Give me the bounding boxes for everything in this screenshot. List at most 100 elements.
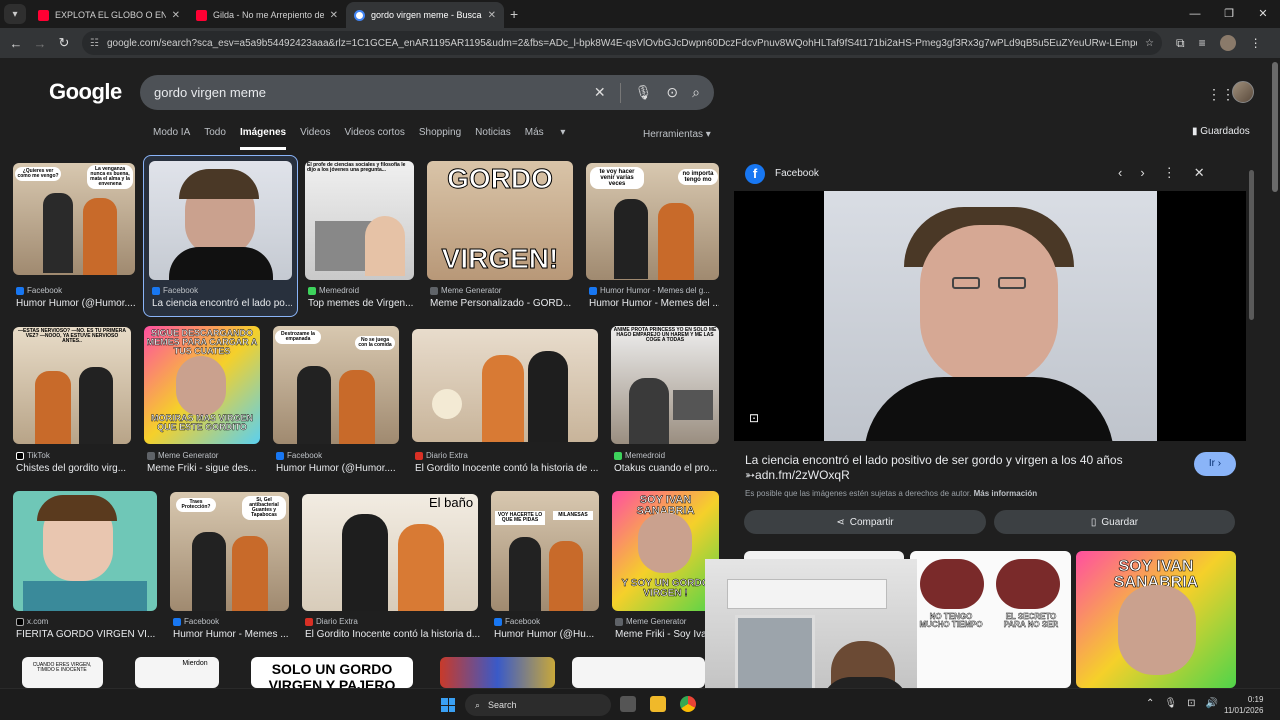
lens-search-icon[interactable]: ⊡ <box>749 411 765 427</box>
result-caption[interactable]: FIERITA GORDO VIRGEN VI... <box>16 629 156 640</box>
network-icon[interactable]: ⊡ <box>1187 698 1195 709</box>
more-options-icon[interactable]: ⋮ <box>1163 165 1176 181</box>
restore-icon[interactable]: ❐ <box>1212 0 1246 28</box>
saved-button[interactable]: ▮ Guardados <box>1192 126 1250 137</box>
close-tab-icon[interactable]: ✕ <box>488 10 496 21</box>
result-caption[interactable]: Humor Humor (@Humor.... <box>276 463 401 474</box>
tab-mas[interactable]: Más ▾ <box>525 127 566 150</box>
chevron-right-icon[interactable]: › <box>1140 165 1144 181</box>
result-image[interactable]: te voy hacer venir varias veces no impor… <box>586 163 719 280</box>
result-image[interactable]: VOY HACERTE LO QUE ME PIDAS MILANESAS <box>491 491 599 611</box>
close-tab-icon[interactable]: ✕ <box>172 10 180 21</box>
page-scrollbar[interactable] <box>1272 62 1278 192</box>
tab-videos-cortos[interactable]: Videos cortos <box>344 127 404 150</box>
tools-button[interactable]: Herramientas ▾ <box>643 129 711 140</box>
result-image[interactable]: SIGUE DESCARGANDO MEMES PARA CARGAR A TU… <box>144 326 260 444</box>
result-image[interactable]: ANIME PROTA PRINCESS YO EN SOLO ME HAGO … <box>611 326 719 444</box>
account-avatar[interactable] <box>1232 81 1254 103</box>
result-caption[interactable]: La ciencia encontró el lado po... <box>152 298 292 309</box>
result-image[interactable]: SOY IVAN SANABRIA Y SOY UN GORDO VIRGEN … <box>612 491 719 611</box>
tab-youtube-2[interactable]: Gilda - No me Arrepiento de e ✕ <box>188 2 346 28</box>
bookmark-star-icon[interactable]: ☆ <box>1145 38 1154 49</box>
save-button[interactable]: ▯ Guardar <box>994 510 1235 534</box>
chrome-icon[interactable] <box>680 696 696 712</box>
result-caption[interactable]: Humor Humor - Memes del ... <box>589 298 719 309</box>
panel-title[interactable]: La ciencia encontró el lado positivo de … <box>745 453 1165 483</box>
result-caption[interactable]: El Gordito Inocente contó la historia d.… <box>305 629 480 640</box>
related-image[interactable]: NO TENGO MUCHO TIEMPO EL SECRETO PARA NO… <box>910 551 1071 688</box>
result-image[interactable]: El profe de ciencias sociales y filosofí… <box>305 161 414 280</box>
result-caption[interactable]: Humor Humor - Memes ... <box>173 629 291 640</box>
result-caption[interactable]: El Gordito Inocente contó la historia de… <box>415 463 600 474</box>
preview-image[interactable] <box>824 191 1157 441</box>
file-explorer-icon[interactable] <box>650 696 666 712</box>
search-input[interactable] <box>154 85 594 100</box>
result-caption[interactable]: Otakus cuando el pro... <box>614 463 719 474</box>
chevron-left-icon[interactable]: ‹ <box>1118 165 1122 181</box>
browser-menu-icon[interactable]: ⋮ <box>1250 36 1262 50</box>
google-logo[interactable]: Google <box>49 79 122 105</box>
clear-icon[interactable]: ✕ <box>594 84 606 101</box>
media-icon[interactable]: ≡ <box>1199 36 1206 50</box>
tab-noticias[interactable]: Noticias <box>475 127 511 150</box>
panel-scrollbar[interactable] <box>1249 170 1254 320</box>
tab-modo-ia[interactable]: Modo IA <box>153 127 190 150</box>
new-tab-icon[interactable]: + <box>510 6 518 22</box>
result-image[interactable]: SOLO UN GORDO VIRGEN Y PAJERO <box>251 657 413 688</box>
tray-chevron-icon[interactable]: ⌃ <box>1146 698 1154 709</box>
reload-icon[interactable]: ↻ <box>52 35 76 51</box>
result-caption[interactable]: Humor Humor (@Hu... <box>494 629 599 640</box>
result-caption[interactable]: Meme Personalizado - GORD... <box>430 298 575 309</box>
task-view-icon[interactable] <box>620 696 636 712</box>
panel-source[interactable]: Facebook <box>775 168 819 179</box>
result-image[interactable]: ¿Quieres ver como me vengo? La venganza … <box>13 163 135 275</box>
forward-icon[interactable]: → <box>28 36 52 51</box>
site-info-icon[interactable]: ☷ <box>90 38 99 49</box>
result-image[interactable] <box>412 329 598 442</box>
result-image[interactable]: Destrozame la empanada No se juega con l… <box>273 326 399 444</box>
result-caption[interactable]: Meme Friki - Soy Iva... <box>615 629 710 640</box>
more-info-link[interactable]: Más información <box>974 489 1038 498</box>
minimize-icon[interactable]: — <box>1178 0 1212 28</box>
visit-button[interactable]: Ir › <box>1194 452 1236 476</box>
close-window-icon[interactable]: ✕ <box>1246 0 1280 28</box>
result-image[interactable]: CUANDO ERES VIRGEN, TIMIDO E INOCENTE <box>22 657 103 688</box>
result-caption[interactable]: Chistes del gordito virg... <box>16 463 136 474</box>
result-image[interactable] <box>13 491 157 611</box>
tab-videos[interactable]: Videos <box>300 127 330 150</box>
search-icon[interactable]: ⌕ <box>692 84 700 101</box>
result-caption[interactable]: Humor Humor (@Humor.... <box>16 298 136 309</box>
related-image[interactable]: SOY IVAN SANABRIA <box>1076 551 1236 688</box>
close-icon[interactable]: ✕ <box>1194 165 1205 181</box>
windows-start-icon[interactable] <box>441 698 455 712</box>
taskbar-search[interactable]: ⌕ Search <box>465 694 611 716</box>
search-box[interactable]: ✕ 🎙 ⊙ ⌕ <box>140 75 714 110</box>
result-image[interactable]: El baño <box>302 494 478 611</box>
result-image[interactable]: GORDO VIRGEN! <box>427 161 573 280</box>
result-image[interactable]: —ESTAS NERVIOSO? —NO. ES TU PRIMERA VEZ?… <box>13 327 131 444</box>
result-caption[interactable]: Meme Friki - sigue des... <box>147 463 262 474</box>
url-input[interactable]: ☷ google.com/search?sca_esv=a5a9b5449242… <box>82 31 1162 55</box>
result-image[interactable] <box>149 161 292 280</box>
volume-icon[interactable]: 🔊 <box>1205 698 1217 709</box>
result-image[interactable] <box>572 657 705 688</box>
tab-youtube-1[interactable]: EXPLOTA EL GLOBO O ENCUEN ✕ <box>30 2 188 28</box>
tab-todo[interactable]: Todo <box>204 127 226 150</box>
lens-icon[interactable]: ⊙ <box>666 84 678 101</box>
result-image[interactable]: Mierdon <box>135 657 219 688</box>
mic-icon[interactable]: 🎙 <box>1164 698 1177 709</box>
tab-shopping[interactable]: Shopping <box>419 127 461 150</box>
tab-search-icon[interactable]: ▾ <box>4 4 26 24</box>
back-icon[interactable]: ← <box>4 36 28 51</box>
tab-imagenes[interactable]: Imágenes <box>239 127 287 150</box>
voice-search-icon[interactable]: 🎙 <box>635 84 653 101</box>
share-button[interactable]: ⋖ Compartir <box>744 510 986 534</box>
result-image[interactable] <box>440 657 555 688</box>
close-tab-icon[interactable]: ✕ <box>330 10 338 21</box>
profile-avatar[interactable] <box>1219 35 1236 51</box>
extensions-icon[interactable]: ⧉ <box>1176 36 1185 51</box>
result-caption[interactable]: Top memes de Virgen... <box>308 298 418 309</box>
clock[interactable]: 0:19 11/01/2026 <box>1224 694 1263 716</box>
tab-google-search[interactable]: gordo virgen meme - Buscar c ✕ <box>346 2 504 28</box>
result-image[interactable]: Traes Protección? Si, Gel antibacterial … <box>170 492 289 611</box>
